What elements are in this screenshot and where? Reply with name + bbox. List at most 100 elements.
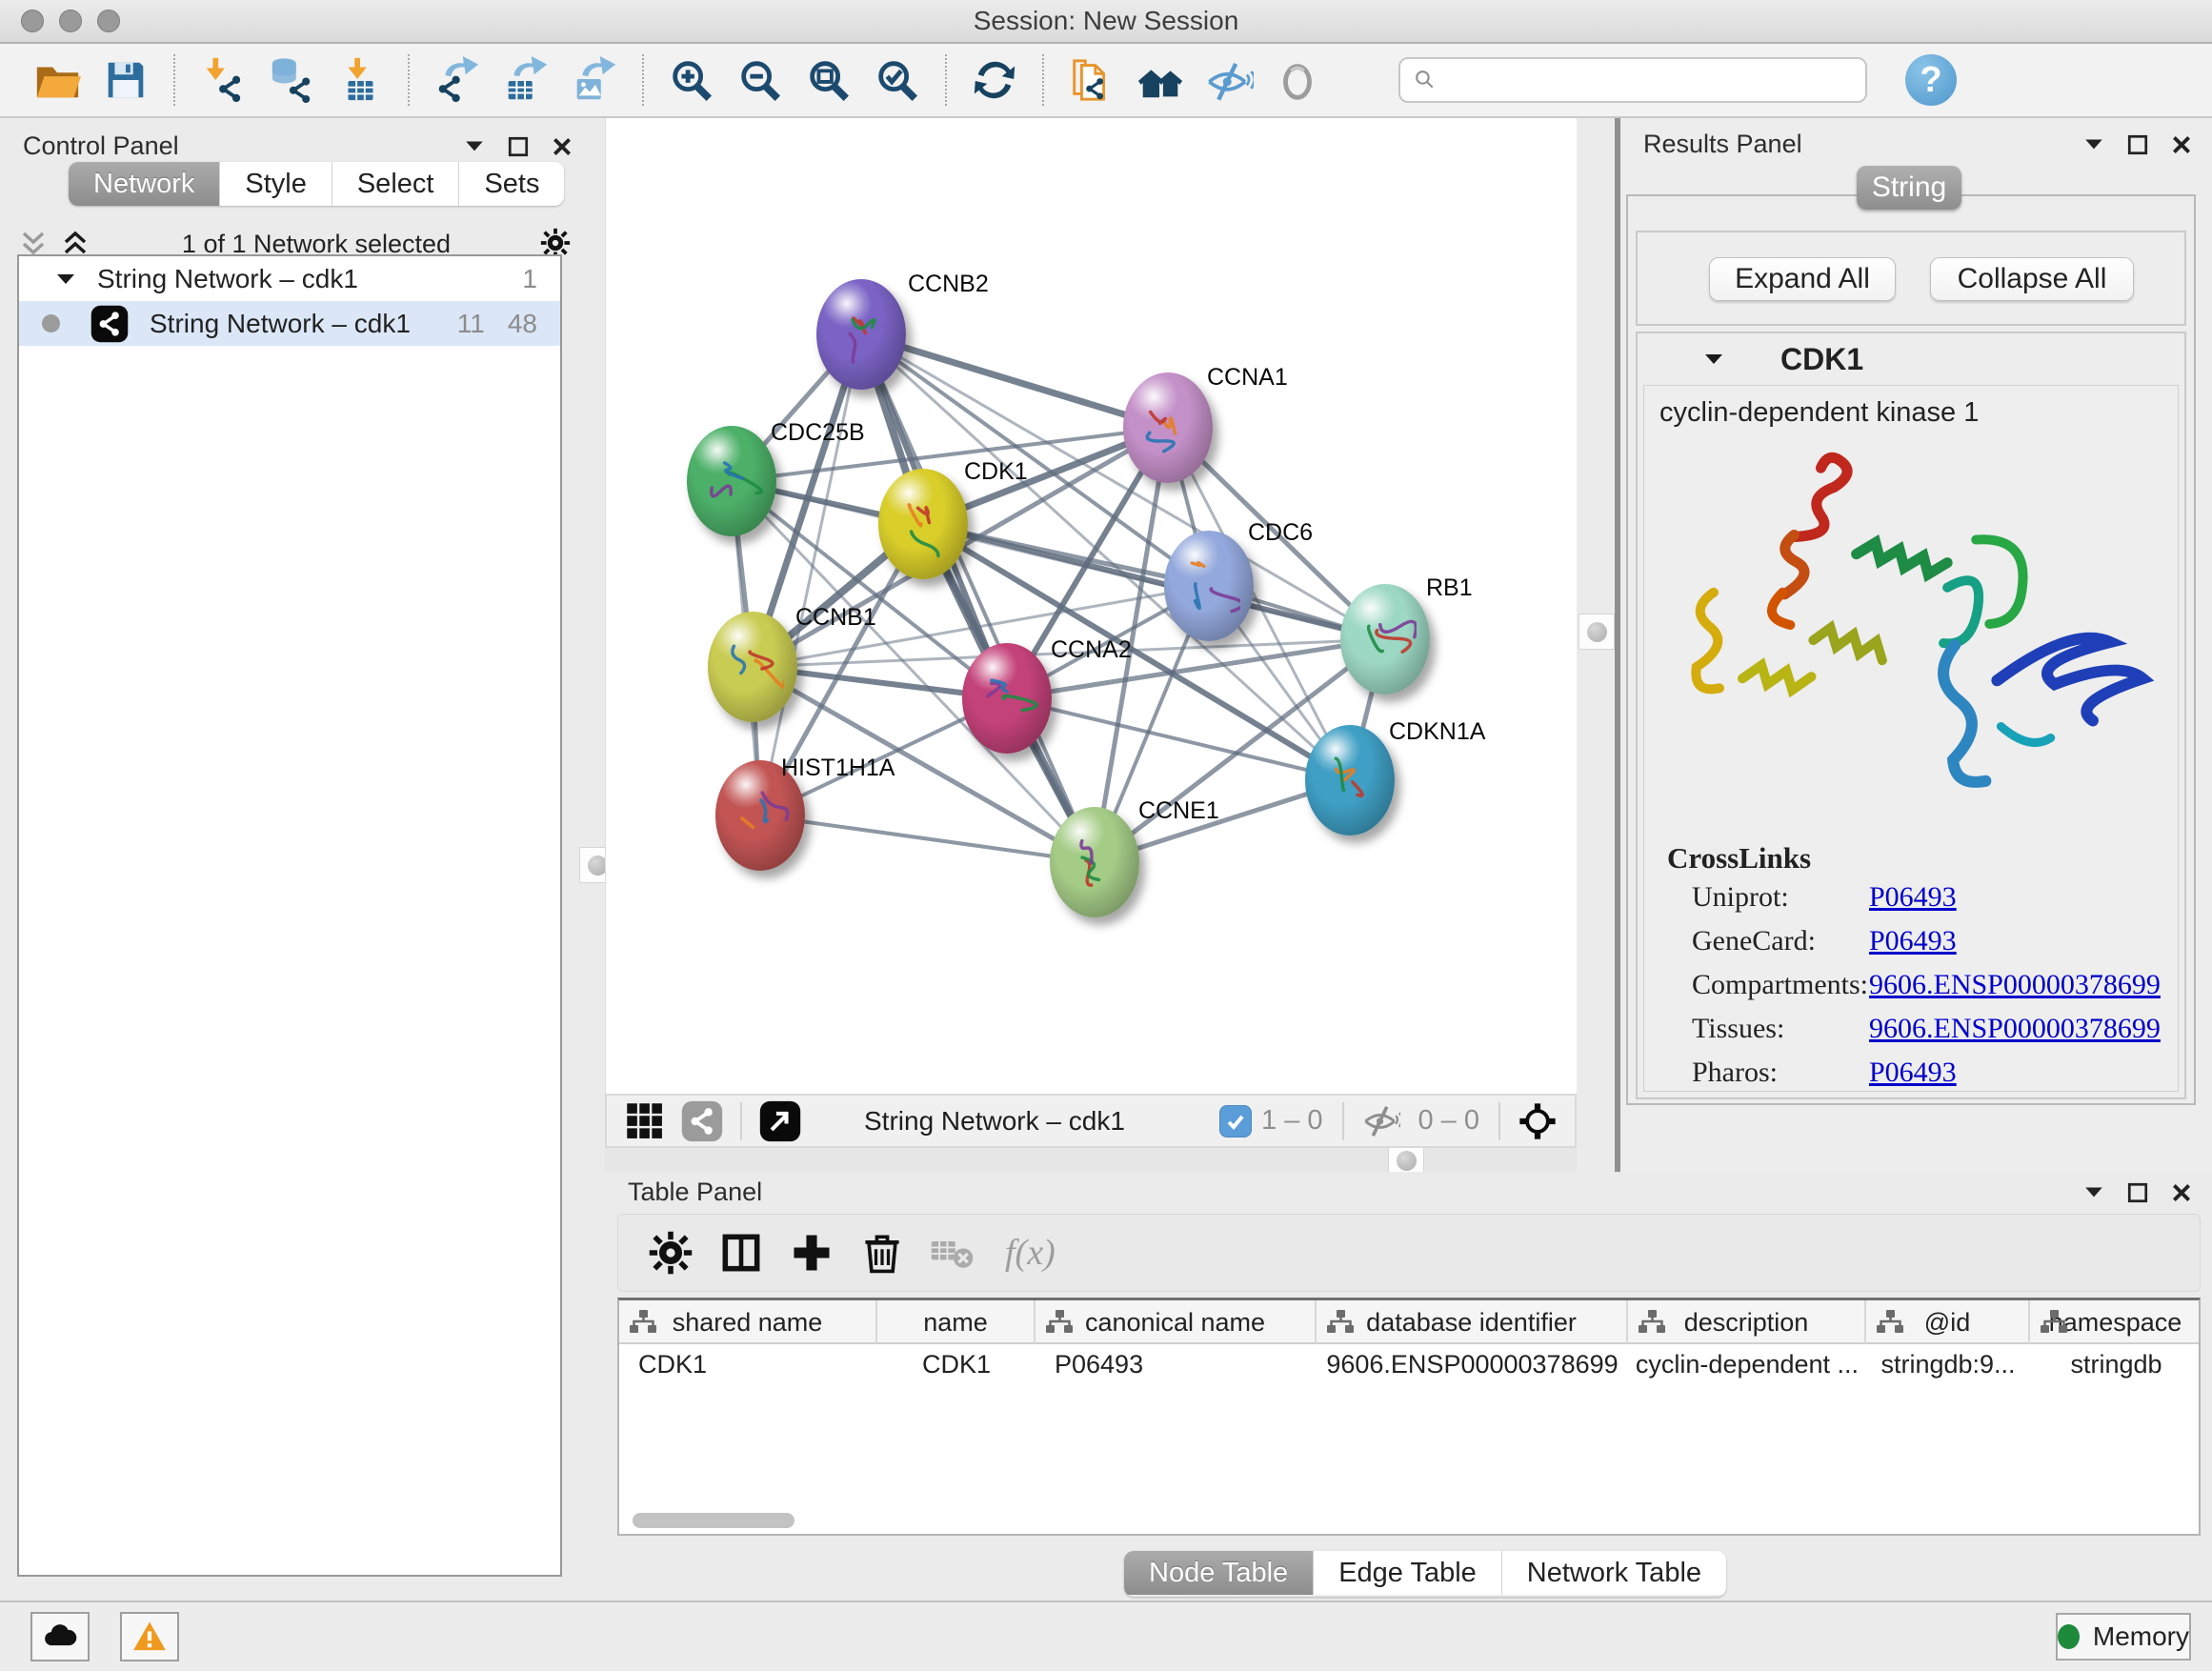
table-settings-gear-icon[interactable] xyxy=(647,1229,694,1277)
tab-network-table[interactable]: Network Table xyxy=(1502,1551,1726,1595)
network-tree-row[interactable]: String Network – cdk11 xyxy=(19,256,560,301)
node-cdc25b[interactable] xyxy=(687,426,776,536)
node-ccnb1[interactable] xyxy=(708,612,797,722)
crosslink-link[interactable]: P06493 xyxy=(1869,925,1957,957)
table-cell[interactable]: CDK1 xyxy=(877,1350,1036,1379)
right-splitter-handle[interactable] xyxy=(1579,614,1615,650)
import-table-button[interactable] xyxy=(332,51,389,109)
table-cell[interactable]: CDK1 xyxy=(619,1350,877,1379)
tab-network[interactable]: Network xyxy=(69,162,220,206)
export-network-button[interactable] xyxy=(429,51,486,109)
open-in-window-icon[interactable] xyxy=(759,1100,801,1142)
control-panel-float-window-icon[interactable] xyxy=(507,135,530,158)
node-cdkn1a[interactable] xyxy=(1305,725,1395,836)
network-canvas[interactable]: CCNB2CCNA1CDC25BCDK1CDC6RB1CCNB1CCNA2CDK… xyxy=(605,118,1577,1094)
node-cdc6[interactable] xyxy=(1164,531,1254,641)
crosslink-link[interactable]: P06493 xyxy=(1869,1057,1957,1089)
table-horizontal-scrollbar[interactable] xyxy=(633,1513,794,1528)
tab-node-table[interactable]: Node Table xyxy=(1124,1551,1314,1595)
refresh-button[interactable] xyxy=(966,51,1023,109)
zoom-out-button[interactable] xyxy=(732,51,789,109)
tree-expand-icon[interactable] xyxy=(55,270,76,289)
node-ccnb2[interactable] xyxy=(816,279,906,390)
cloud-status-button[interactable] xyxy=(30,1612,90,1661)
search-input[interactable] xyxy=(1448,66,1854,95)
table-cell[interactable]: stringdb:9... xyxy=(1866,1350,2030,1379)
table-panel-float-window-icon[interactable] xyxy=(2126,1181,2149,1204)
help-button[interactable]: ? xyxy=(1905,54,1957,106)
hide-selected-button[interactable] xyxy=(1200,51,1257,109)
add-column-icon[interactable] xyxy=(788,1229,835,1277)
protein-thumbnail xyxy=(1063,828,1126,900)
save-session-button[interactable] xyxy=(97,51,154,109)
string-network-icon[interactable] xyxy=(681,1100,723,1142)
table-panel-close-panel-icon[interactable] xyxy=(2170,1181,2193,1204)
table-panel-float-menu-icon[interactable] xyxy=(2082,1181,2105,1204)
hidden-counts: 0 – 0 xyxy=(1418,1105,1480,1137)
memory-status-dot xyxy=(2058,1624,2080,1649)
table-row[interactable]: CDK1CDK1P064939606.ENSP00000378699cyclin… xyxy=(619,1344,2199,1384)
string-document-button[interactable] xyxy=(1063,51,1120,109)
results-panel-float-window-icon[interactable] xyxy=(2126,133,2149,156)
control-panel-close-panel-icon[interactable] xyxy=(551,135,573,158)
column-header--id[interactable]: @id xyxy=(1866,1300,2030,1344)
selected-nodes-checkbox[interactable] xyxy=(1219,1105,1252,1137)
crosslink-link[interactable]: 9606.ENSP00000378699 xyxy=(1869,969,2161,1001)
node-ccne1[interactable] xyxy=(1050,807,1139,917)
right-splitter[interactable] xyxy=(1577,118,1618,1172)
tab-string[interactable]: String xyxy=(1857,166,1961,210)
collapse-all-button[interactable]: Collapse All xyxy=(1930,257,2134,301)
table-cell[interactable]: stringdb xyxy=(2030,1350,2201,1379)
table-cell[interactable]: P06493 xyxy=(1036,1350,1317,1379)
tab-select[interactable]: Select xyxy=(332,162,460,206)
node-table[interactable]: shared name namecanonical namedatabase id… xyxy=(617,1298,2201,1536)
zoom-selected-button[interactable] xyxy=(869,51,926,109)
import-database-button[interactable] xyxy=(263,51,320,109)
results-panel-float-menu-icon[interactable] xyxy=(2082,133,2105,156)
column-header-namespace[interactable]: namespace xyxy=(2030,1300,2201,1344)
export-table-button[interactable] xyxy=(497,51,554,109)
table-cell[interactable]: cyclin-dependent ... xyxy=(1628,1350,1866,1379)
delete-column-icon[interactable] xyxy=(858,1229,906,1277)
column-header-name[interactable]: name xyxy=(877,1300,1036,1344)
tab-edge-table[interactable]: Edge Table xyxy=(1314,1551,1502,1595)
crosslink-link[interactable]: 9606.ENSP00000378699 xyxy=(1869,1013,2161,1045)
warnings-button[interactable] xyxy=(120,1612,179,1661)
crosslink-row: GeneCard:P06493 xyxy=(1692,925,1957,957)
export-image-button[interactable] xyxy=(566,51,623,109)
table-cell[interactable]: 9606.ENSP00000378699 xyxy=(1317,1350,1628,1379)
node-cdk1[interactable] xyxy=(878,469,968,579)
column-header-description[interactable]: description xyxy=(1628,1300,1866,1344)
left-splitter[interactable] xyxy=(591,118,605,1601)
memory-button[interactable]: Memory xyxy=(2056,1613,2191,1661)
zoom-fit-button[interactable] xyxy=(800,51,857,109)
results-panel-close-panel-icon[interactable] xyxy=(2170,133,2193,156)
crosslink-link[interactable]: P06493 xyxy=(1869,881,1957,914)
control-panel-float-menu-icon[interactable] xyxy=(463,135,486,158)
column-header-shared-name[interactable]: shared name xyxy=(619,1300,877,1344)
node-rb1[interactable] xyxy=(1340,584,1430,695)
bottom-splitter[interactable] xyxy=(605,1148,1577,1172)
node-result-header[interactable]: CDK1 xyxy=(1638,333,2184,385)
zoom-in-button[interactable] xyxy=(663,51,720,109)
toolbar-separator xyxy=(173,54,175,106)
node-ccna2[interactable] xyxy=(962,643,1052,754)
fit-selected-crosshair-icon[interactable] xyxy=(1518,1101,1558,1141)
show-columns-icon[interactable] xyxy=(717,1229,765,1277)
tab-style[interactable]: Style xyxy=(220,162,332,206)
column-header-database-identifier[interactable]: database identifier xyxy=(1317,1300,1628,1344)
tab-sets[interactable]: Sets xyxy=(459,162,564,206)
column-header-canonical-name[interactable]: canonical name xyxy=(1036,1300,1317,1344)
import-network-button[interactable] xyxy=(194,51,251,109)
collapse-entry-icon[interactable] xyxy=(1702,348,1725,371)
column-header-label: shared name xyxy=(673,1308,823,1338)
network-tree-row[interactable]: String Network – cdk11148 xyxy=(19,301,560,346)
open-session-button[interactable] xyxy=(29,51,86,109)
show-all-button[interactable] xyxy=(1269,51,1326,109)
node-ccna1[interactable] xyxy=(1123,372,1213,483)
edge-count: 48 xyxy=(508,309,537,339)
birdseye-grid-icon[interactable] xyxy=(624,1100,666,1142)
hidden-elements-icon[interactable] xyxy=(1361,1101,1401,1141)
expand-all-button[interactable]: Expand All xyxy=(1709,257,1896,301)
string-home-button[interactable] xyxy=(1132,51,1189,109)
